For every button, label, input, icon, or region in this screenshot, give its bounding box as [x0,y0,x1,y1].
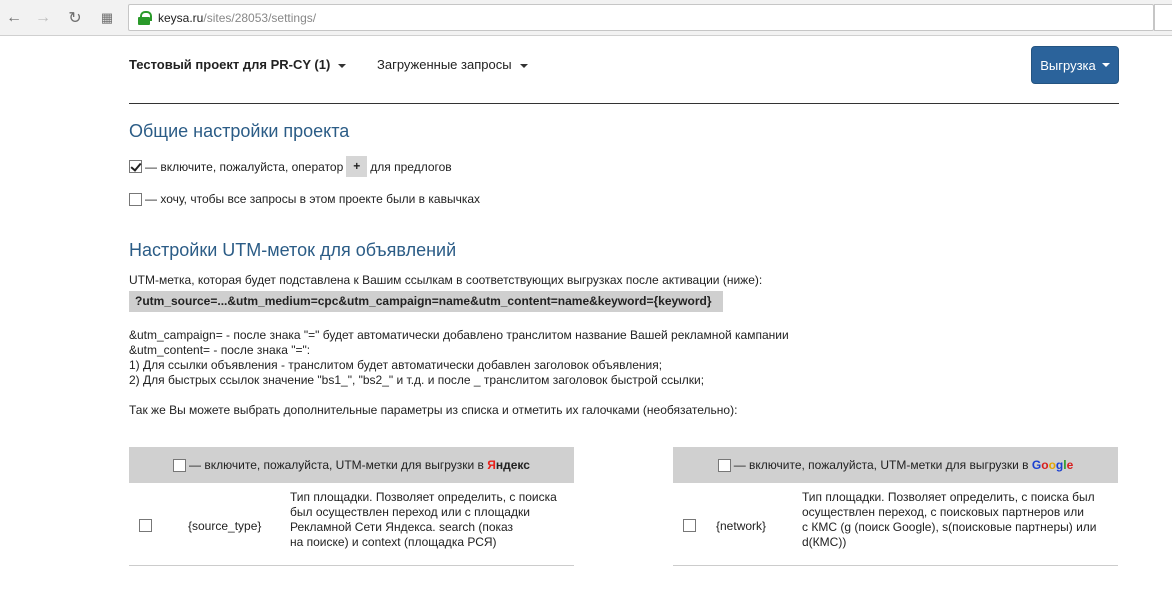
project-dropdown-label: Тестовый проект для PR-CY (1) [129,57,331,72]
table-row: {network} Тип площадки. Позволяет опреде… [673,483,1118,566]
plus-operator-checkbox[interactable] [129,160,142,173]
export-button[interactable]: Выгрузка [1031,46,1119,84]
source-type-description: Тип площадки. Позволяет определить, с по… [290,490,557,550]
browser-menu-stub[interactable] [1154,4,1172,31]
secure-lock-icon [138,10,152,25]
description-line: Тип площадки. Позволяет определить, с по… [802,490,1095,504]
caret-down-icon [519,63,528,68]
network-description: Тип площадки. Позволяет определить, с по… [802,490,1097,550]
caret-down-icon [1101,63,1110,67]
extra-params-text: Так же Вы можете выбрать дополнительные … [129,403,738,417]
description-line: на поиске) и context (площадка РСЯ) [290,535,497,549]
project-dropdown[interactable]: Тестовый проект для PR-CY (1) [129,57,347,72]
utm-settings-title: Настройки UTM-меток для объявлений [129,240,457,260]
google-logo-letter: o [1048,458,1056,472]
description-line: Рекламной Сети Яндекса. search (показ [290,520,514,534]
yandex-header-text: — включите, пожалуйста, UTM-метки для вы… [189,458,484,472]
loaded-queries-dropdown[interactable]: Загруженные запросы [377,57,528,72]
yandex-utm-panel: — включите, пожалуйста, UTM-метки для вы… [129,447,574,566]
google-logo-letter: o [1041,458,1049,472]
option-plus-text-after: для предлогов [370,159,452,174]
yandex-logo-text: Яндекс [487,458,530,472]
description-line: с КМС (g (поиск Google), s(поисковые пар… [802,520,1097,534]
option-plus-operator: — включите, пожалуйста, оператор + для п… [129,156,452,177]
utm-code-sample: ?utm_source=...&utm_medium=cpc&utm_campa… [129,291,723,312]
browser-toolbar: ← → ↻ ▦ keysa.ru/sites/28053/settings/ [0,0,1172,36]
utm-notes: &utm_campaign= - после знака "=" будет а… [129,328,789,388]
yandex-logo-rest: ндекс [495,458,530,472]
description-line: d(КМС)) [802,535,847,549]
option-plus-text: — включите, пожалуйста, оператор [145,159,344,174]
option-quotes: — хочу, чтобы все запросы в этом проекте… [129,192,480,206]
utm-note-line: 1) Для ссылки объявления - транслитом бу… [129,358,663,372]
plus-operator-badge: + [346,156,368,177]
yandex-panel-header: — включите, пожалуйста, UTM-метки для вы… [129,447,574,483]
url-path: /sites/28053/settings/ [203,10,317,25]
quotes-checkbox[interactable] [129,192,142,206]
divider [129,103,1119,104]
network-checkbox[interactable] [683,519,696,532]
google-header-text: — включите, пожалуйста, UTM-метки для вы… [733,458,1029,472]
source-type-checkbox[interactable] [139,519,152,532]
google-utm-checkbox[interactable] [717,458,731,472]
utm-note-line: &utm_content= - после знака "=": [129,343,311,357]
option-quotes-text: — хочу, чтобы все запросы в этом проекте… [145,192,481,206]
description-line: осуществлен переход, с поисковых партнер… [802,505,1084,519]
google-logo-letter: G [1031,458,1042,472]
caret-down-icon [338,63,347,68]
forward-arrow-icon[interactable]: → [32,7,54,29]
project-topbar: Тестовый проект для PR-CY (1) Загруженны… [129,46,1119,84]
description-line: Тип площадки. Позволяет определить, с по… [290,490,557,504]
utm-note-line: &utm_campaign= - после знака "=" будет а… [129,328,789,342]
description-line: был осуществлен переход или с площадки [290,505,530,519]
source-type-param: {source_type} [188,519,262,533]
google-utm-panel: — включите, пожалуйста, UTM-метки для вы… [673,447,1118,566]
address-bar[interactable]: keysa.ru/sites/28053/settings/ [128,4,1154,31]
network-param: {network} [716,519,767,533]
utm-note-line: 2) Для быстрых ссылок значение "bs1_", "… [129,373,705,387]
google-logo-text: Google [1032,458,1073,472]
google-panel-header: — включите, пожалуйста, UTM-метки для вы… [673,447,1118,483]
yandex-logo-first-letter: Я [487,458,496,472]
google-logo-letter: e [1066,458,1074,472]
back-arrow-icon[interactable]: ← [3,7,25,29]
loaded-queries-label: Загруженные запросы [377,57,512,72]
table-row: {source_type} Тип площадки. Позволяет оп… [129,483,574,566]
apps-grid-icon[interactable]: ▦ [96,7,118,29]
utm-description: UTM-метка, которая будет подставлена к В… [129,273,763,287]
url-host: keysa.ru [158,10,204,25]
general-settings-title: Общие настройки проекта [129,121,350,141]
reload-icon[interactable]: ↻ [64,7,86,29]
yandex-utm-checkbox[interactable] [173,458,187,472]
export-button-label: Выгрузка [1040,57,1096,73]
